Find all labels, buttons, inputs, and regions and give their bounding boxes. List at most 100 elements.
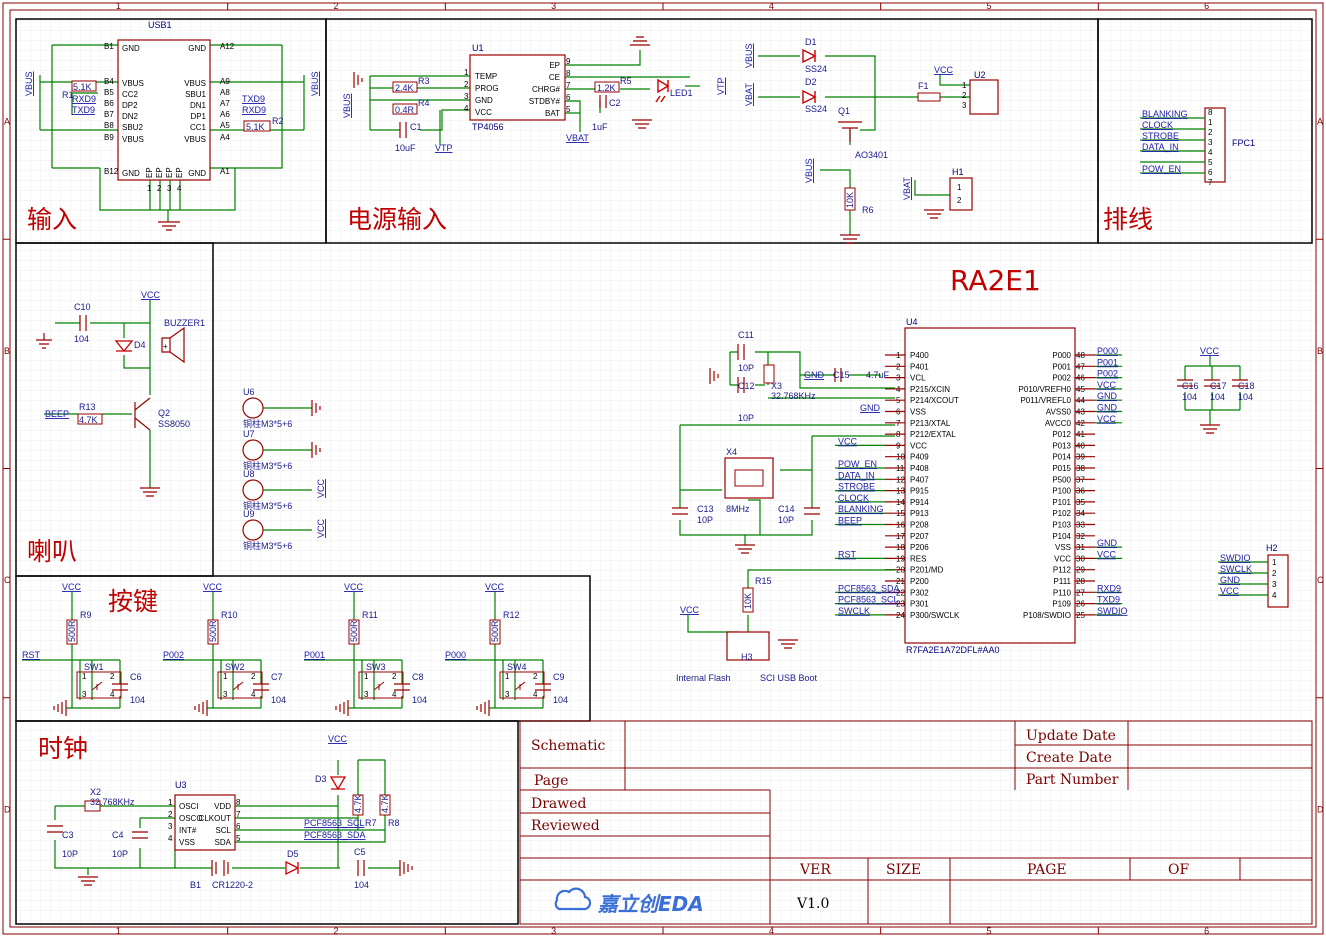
mcu-right-pin-name: P102 xyxy=(1052,509,1071,518)
b1-ref: B1 xyxy=(190,880,201,890)
mcu-left-pin-name: P215/XCIN xyxy=(910,385,950,394)
standoff-symbol xyxy=(242,479,264,501)
r3-value: 2.4K xyxy=(395,83,414,93)
charger-left-pin-name: VCC xyxy=(475,108,492,117)
usb-net-rxd9-left: RXD9 xyxy=(72,94,96,104)
usb-bottom-pin-number: 2 xyxy=(157,184,162,193)
charger-left-pin-number: 1 xyxy=(464,68,469,77)
usb-right-pin-number: A8 xyxy=(220,88,230,97)
mcu-left-net-label: BEEP xyxy=(838,516,862,526)
key-switch-pin: 4 xyxy=(110,690,115,699)
key-switch-pin: 2 xyxy=(110,672,115,681)
key-switch-pin: 3 xyxy=(364,690,369,699)
decoupling-cap-ref: C16 xyxy=(1182,381,1199,391)
charger-left-pin-number: 4 xyxy=(464,104,469,113)
standoff-net-vcc: VCC xyxy=(316,478,326,498)
key-switch-ref[interactable]: SW1 xyxy=(84,662,104,672)
usb-right-pin-name: CC1 xyxy=(190,123,207,132)
mcu-right-pin-name: P500 xyxy=(1052,475,1071,484)
key-capacitor-value: 104 xyxy=(130,695,145,705)
mcu-left-net-label: VCC xyxy=(838,436,858,446)
c13-ref: C13 xyxy=(697,504,714,514)
ruler-column-top: 1 xyxy=(116,1,121,11)
rtc-right-pin-number: 5 xyxy=(236,834,241,843)
r8-value: 4.7K xyxy=(380,794,390,813)
charger-right-pin-number: 7 xyxy=(566,81,571,90)
mcu-right-pin-name: P011/VREFL0 xyxy=(1020,396,1071,405)
charger-right-pin-name: STDBY# xyxy=(529,97,561,106)
buzzer-ref: BUZZER1 xyxy=(164,318,205,328)
c3-ref: C3 xyxy=(62,830,74,840)
usb-bottom-pin-name: EP xyxy=(165,167,174,178)
mcu-right-pin-name: P015 xyxy=(1052,464,1071,473)
mcu-left-pin-name: P213/XTAL xyxy=(910,419,951,428)
r6-ref: R6 xyxy=(862,205,874,215)
mcu-left-net-label: POW_EN xyxy=(838,459,877,469)
key-switch-pin: 3 xyxy=(223,690,228,699)
h1-pin-2: 2 xyxy=(957,196,962,205)
d2-part: SS24 xyxy=(805,104,827,114)
tb-drawed-label: Drawed xyxy=(531,796,587,812)
mcu-right-net-label: P001 xyxy=(1097,357,1118,367)
rtc-right-pin-number: 8 xyxy=(236,798,241,807)
mcu-left-pin-name: P407 xyxy=(910,475,929,484)
mcu-right-pin-name: P101 xyxy=(1052,498,1071,507)
decoupling-cap-value: 104 xyxy=(1210,392,1225,402)
mcu-left-pin-name: P206 xyxy=(910,543,929,552)
mcu-right-pin-name: P104 xyxy=(1052,532,1071,541)
charger-ref: U1 xyxy=(472,43,484,53)
c14-ref: C14 xyxy=(778,504,795,514)
mcu-left-pin-name: P913 xyxy=(910,509,929,518)
q2-part: SS8050 xyxy=(158,419,190,429)
key-switch-ref[interactable]: SW3 xyxy=(366,662,386,672)
swd-net-label: SWDIO xyxy=(1220,553,1251,563)
key-resistor-value: 500R xyxy=(208,620,218,642)
mcu-right-pin-name: P110 xyxy=(1053,588,1072,597)
tb-part-number-label: Part Number xyxy=(1026,772,1119,788)
tb-create-date-label: Create Date xyxy=(1026,750,1112,766)
usb-right-pin-name: GND xyxy=(188,44,206,53)
ruler-column-top: 3 xyxy=(551,1,556,11)
fpc-pin-number: 1 xyxy=(1208,118,1213,127)
charger-right-pin-name: CE xyxy=(549,73,560,82)
c11-value: 10P xyxy=(738,363,754,373)
key-resistor-ref: R10 xyxy=(221,610,238,620)
mcu-section-title: RA2E1 xyxy=(950,264,1041,297)
ruler-row-right: C xyxy=(1317,575,1324,585)
decoupling-cap-value: 104 xyxy=(1182,392,1197,402)
c1-value: 10uF xyxy=(395,143,416,153)
key-switch-ref[interactable]: SW2 xyxy=(225,662,245,672)
r15-ref: R15 xyxy=(755,576,772,586)
key-resistor-ref: R12 xyxy=(503,610,520,620)
usb-net-vbus-right: VBUS xyxy=(310,71,320,96)
usb-left-pin-name: GND xyxy=(122,169,140,178)
mcu-left-net-label: PCF8563_SCL xyxy=(838,595,899,605)
usb-left-pin-name: VBUS xyxy=(122,135,144,144)
usb-bottom-pin-name: EP xyxy=(155,167,164,178)
c13-value: 10P xyxy=(697,515,713,525)
mcu-left-pin-name: P200 xyxy=(910,577,929,586)
key-switch-pin: 2 xyxy=(533,672,538,681)
r7-value: 4.7K xyxy=(353,794,363,813)
charger-right-pin-number: 5 xyxy=(566,105,571,114)
c2-value: 1uF xyxy=(592,122,608,132)
usb-bottom-pin-number: 1 xyxy=(147,184,152,193)
charger-left-pin-name: GND xyxy=(475,96,493,105)
fpc-pin-number: 7 xyxy=(1208,178,1213,187)
key-switch-ref[interactable]: SW4 xyxy=(507,662,527,672)
mcu-left-pin-name: VCL xyxy=(910,374,926,383)
standoff-ref: U6 xyxy=(243,387,255,397)
key-net-vcc: VCC xyxy=(344,582,364,592)
rtc-net-sda: PCF8563_SDA xyxy=(304,830,366,840)
standoff-ref: U7 xyxy=(243,429,255,439)
decoupling-cap-ref: C17 xyxy=(1210,381,1227,391)
q1-ref: Q1 xyxy=(838,106,850,116)
charger-left-pin-number: 3 xyxy=(464,92,469,101)
c5-value: 104 xyxy=(354,880,369,890)
net-vbat-h1: VBAT xyxy=(902,177,912,200)
swd-net-label: SWCLK xyxy=(1220,564,1252,574)
usb-left-pin-name: DP2 xyxy=(122,101,138,110)
fpc-net-label: BLANKING xyxy=(1142,109,1188,119)
mcu-right-pin-name: P100 xyxy=(1052,487,1071,496)
rtc-right-pin-name: VDD xyxy=(214,802,231,811)
